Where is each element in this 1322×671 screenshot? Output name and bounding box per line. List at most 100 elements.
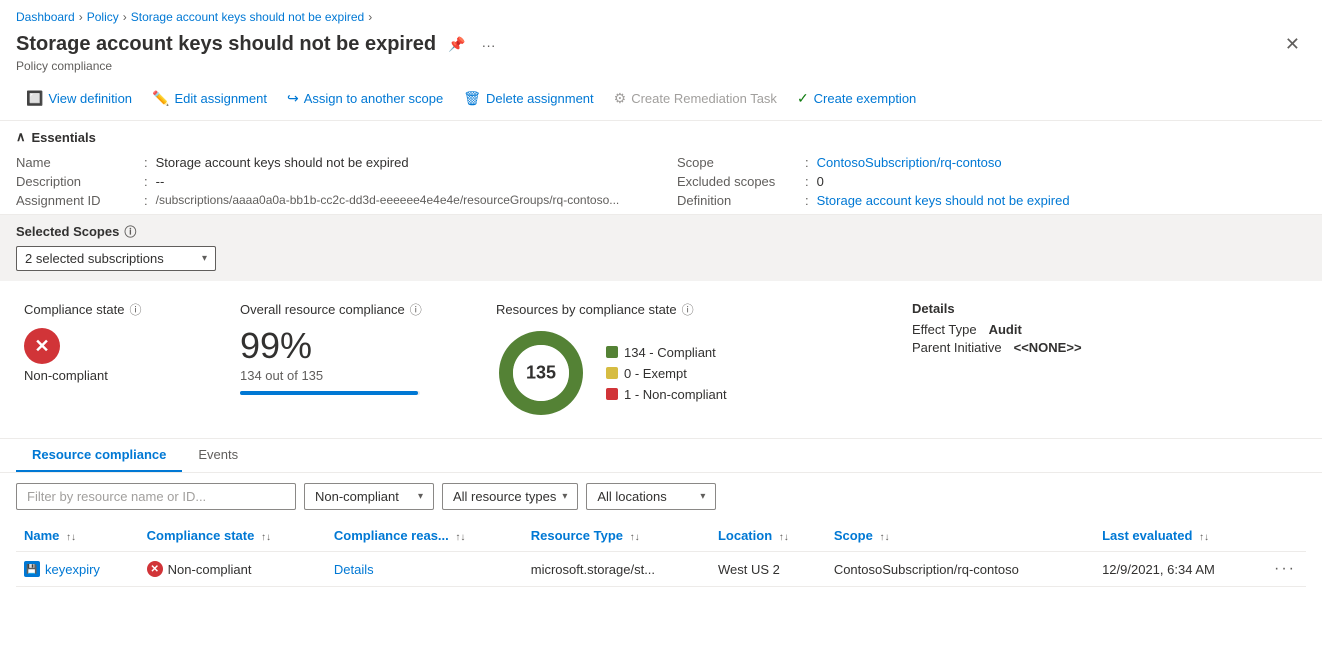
- noncompliant-circle-icon: ✕: [24, 328, 60, 364]
- essentials-scope-label: Scope: [677, 155, 797, 170]
- essentials-excluded-row: Excluded scopes : 0: [677, 172, 1306, 191]
- essentials-colon-6: :: [805, 193, 809, 208]
- toolbar: 🔲 View definition ✏️ Edit assignment ↪ A…: [0, 81, 1322, 121]
- resource-types-chevron-icon: ▾: [562, 491, 567, 502]
- selected-scopes-bar: Selected Scopes ⓘ 2 selected subscriptio…: [0, 214, 1322, 281]
- resources-by-state-label: Resources by compliance state ⓘ: [496, 301, 896, 318]
- legend-compliant-label: 134 - Compliant: [624, 345, 716, 360]
- essentials-scope-row: Scope : ContosoSubscription/rq-contoso: [677, 153, 1306, 172]
- essentials-description-label: Description: [16, 174, 136, 189]
- assign-to-scope-button[interactable]: ↪ Assign to another scope: [277, 85, 453, 112]
- compliance-state-title: Compliance state: [24, 302, 124, 317]
- breadcrumb-sep2: ›: [123, 10, 127, 24]
- table-body: 💾 keyexpiry ✕ Non-compliant Details micr…: [16, 552, 1306, 587]
- breadcrumb-current[interactable]: Storage account keys should not be expir…: [131, 10, 364, 24]
- col-scope[interactable]: Scope ↑↓: [826, 520, 1094, 552]
- essentials-section: ∧ Essentials Name : Storage account keys…: [0, 121, 1322, 214]
- essentials-colon-5: :: [805, 174, 809, 189]
- resource-types-dropdown[interactable]: All resource types ▾: [442, 483, 578, 510]
- col-name[interactable]: Name ↑↓: [16, 520, 139, 552]
- legend-exempt: 0 - Exempt: [606, 366, 727, 381]
- essentials-assignment-value: /subscriptions/aaaa0a0a-bb1b-cc2c-dd3d-e…: [156, 193, 620, 207]
- assign-icon: ↪: [287, 90, 299, 107]
- details-initiative-value: <<NONE>>: [1014, 340, 1082, 355]
- resources-by-state-info-icon[interactable]: ⓘ: [682, 301, 694, 318]
- scope-dropdown[interactable]: 2 selected subscriptions ▾: [16, 246, 216, 271]
- col-name-label: Name: [24, 528, 59, 543]
- pin-icon[interactable]: 📌: [444, 34, 469, 55]
- locations-dropdown-value: All locations: [597, 489, 666, 504]
- compliance-state-dropdown-value: Non-compliant: [315, 489, 399, 504]
- breadcrumb-policy[interactable]: Policy: [87, 10, 119, 24]
- details-initiative-key: Parent Initiative: [912, 340, 1002, 355]
- row-compliance-reason-cell: Details: [326, 552, 523, 587]
- col-scope-label: Scope: [834, 528, 873, 543]
- essentials-name-label: Name: [16, 155, 136, 170]
- row-scope-cell: ContosoSubscription/rq-contoso: [826, 552, 1094, 587]
- tab-events[interactable]: Events: [182, 439, 254, 472]
- collapse-icon: ∧: [16, 129, 26, 145]
- legend-noncompliant-label: 1 - Non-compliant: [624, 387, 727, 402]
- compliance-state-chevron-icon: ▾: [418, 491, 423, 502]
- col-compliance-state[interactable]: Compliance state ↑↓: [139, 520, 326, 552]
- col-location-label: Location: [718, 528, 772, 543]
- progress-bar-container: [240, 391, 420, 395]
- compliance-state-dropdown[interactable]: Non-compliant ▾: [304, 483, 434, 510]
- col-compliance-reason-sort-icon: ↑↓: [455, 532, 465, 543]
- resource-name-link[interactable]: 💾 keyexpiry: [24, 561, 131, 577]
- view-definition-button[interactable]: 🔲 View definition: [16, 85, 142, 112]
- overall-compliance-info-icon[interactable]: ⓘ: [410, 301, 422, 318]
- last-evaluated-value: 12/9/2021, 6:34 AM: [1102, 562, 1215, 577]
- essentials-name-row: Name : Storage account keys should not b…: [16, 153, 645, 172]
- selected-scopes-info-icon[interactable]: ⓘ: [124, 223, 136, 240]
- create-exemption-button[interactable]: ✓ Create exemption: [787, 85, 926, 112]
- noncompliant-state-label: Non-compliant: [168, 562, 252, 577]
- col-resource-type[interactable]: Resource Type ↑↓: [523, 520, 710, 552]
- locations-chevron-icon: ▾: [700, 491, 705, 502]
- col-actions: [1266, 520, 1306, 552]
- selected-scopes-title: Selected Scopes: [16, 224, 119, 239]
- col-last-evaluated[interactable]: Last evaluated ↑↓: [1094, 520, 1266, 552]
- donut-legend: 134 - Compliant 0 - Exempt 1 - Non-compl…: [606, 345, 727, 402]
- essentials-definition-label: Definition: [677, 193, 797, 208]
- essentials-scope-value[interactable]: ContosoSubscription/rq-contoso: [817, 155, 1002, 170]
- page-header: Storage account keys should not be expir…: [0, 28, 1322, 59]
- row-more-button[interactable]: ···: [1274, 560, 1296, 577]
- col-location[interactable]: Location ↑↓: [710, 520, 826, 552]
- essentials-definition-row: Definition : Storage account keys should…: [677, 191, 1306, 210]
- delete-assignment-label: Delete assignment: [486, 91, 594, 106]
- delete-assignment-button[interactable]: 🗑 Delete assignment: [453, 85, 603, 112]
- locations-dropdown[interactable]: All locations ▾: [586, 483, 716, 510]
- col-resource-type-sort-icon: ↑↓: [630, 532, 640, 543]
- essentials-colon-2: :: [144, 174, 148, 189]
- edit-assignment-button[interactable]: ✏️ Edit assignment: [142, 85, 277, 112]
- row-more-cell: ···: [1266, 552, 1306, 587]
- essentials-assignment-label: Assignment ID: [16, 193, 136, 208]
- page-subtitle: Policy compliance: [0, 59, 1322, 81]
- table-section: Name ↑↓ Compliance state ↑↓ Compliance r…: [0, 520, 1322, 587]
- essentials-assignment-row: Assignment ID : /subscriptions/aaaa0a0a-…: [16, 191, 645, 210]
- compliance-state-info-icon[interactable]: ⓘ: [129, 301, 141, 318]
- resources-by-state-card: Resources by compliance state ⓘ 135 134 …: [496, 301, 896, 418]
- col-compliance-reason[interactable]: Compliance reas... ↑↓: [326, 520, 523, 552]
- create-exemption-label: Create exemption: [814, 91, 917, 106]
- tab-resource-compliance[interactable]: Resource compliance: [16, 439, 182, 472]
- legend-compliant: 134 - Compliant: [606, 345, 727, 360]
- details-card: Details Effect Type Audit Parent Initiat…: [912, 301, 1298, 418]
- resource-name-filter[interactable]: [16, 483, 296, 510]
- breadcrumb-sep1: ›: [79, 10, 83, 24]
- breadcrumb-dashboard[interactable]: Dashboard: [16, 10, 75, 24]
- more-icon[interactable]: ···: [478, 35, 500, 55]
- essentials-definition-value[interactable]: Storage account keys should not be expir…: [817, 193, 1070, 208]
- edit-icon: ✏️: [152, 90, 169, 107]
- create-remediation-button[interactable]: ⚙ Create Remediation Task: [604, 85, 787, 112]
- close-icon[interactable]: ✕: [1279, 32, 1306, 57]
- row-last-evaluated-cell: 12/9/2021, 6:34 AM: [1094, 552, 1266, 587]
- location-value: West US 2: [718, 562, 780, 577]
- compliance-state-label: Compliance state ⓘ: [24, 301, 224, 318]
- essentials-header[interactable]: ∧ Essentials: [16, 129, 1306, 145]
- compliance-reason-link[interactable]: Details: [334, 562, 374, 577]
- col-compliance-reason-label: Compliance reas...: [334, 528, 449, 543]
- col-location-sort-icon: ↑↓: [779, 532, 789, 543]
- resource-compliance-table: Name ↑↓ Compliance state ↑↓ Compliance r…: [16, 520, 1306, 587]
